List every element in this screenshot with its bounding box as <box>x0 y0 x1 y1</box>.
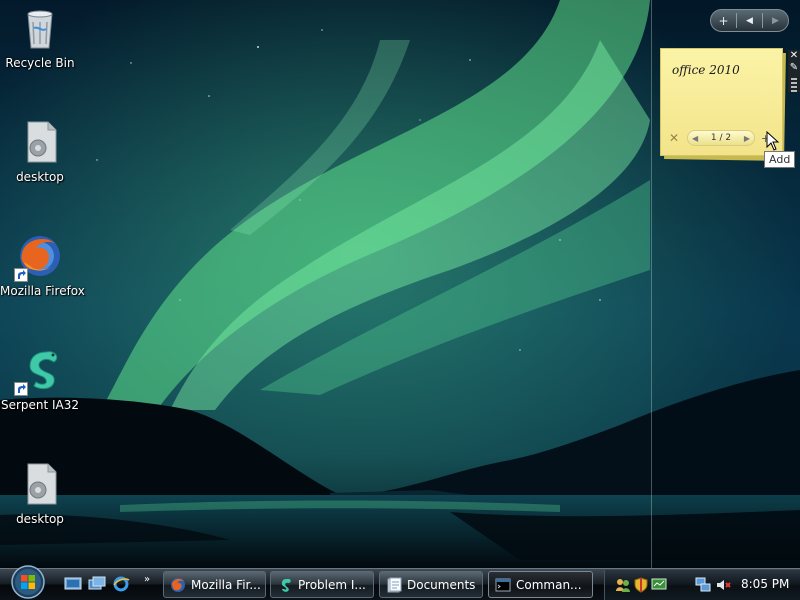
task-label: Mozilla Fir... <box>191 577 261 592</box>
taskbar-button-firefox[interactable]: Mozilla Fir... <box>163 571 266 598</box>
network-icon[interactable] <box>695 577 711 593</box>
notification-area: 8:05 PM <box>604 570 800 600</box>
serpent-icon <box>14 346 64 396</box>
desktop-icon-serpent-ia32[interactable]: Serpent IA32 <box>0 346 80 412</box>
next-gadget-button[interactable]: ▶ <box>763 10 788 31</box>
firefox-icon <box>14 232 64 282</box>
show-desktop-icon[interactable] <box>64 575 82 593</box>
shortcut-arrow-icon <box>14 382 28 396</box>
delete-note-button[interactable]: ✕ <box>669 131 683 145</box>
gadget-options-icon[interactable]: ✎ <box>788 62 800 74</box>
security-shield-icon[interactable] <box>633 577 649 593</box>
gadget-drag-handle[interactable] <box>791 78 797 92</box>
task-label: Problem I... <box>298 577 366 592</box>
network-monitor-icon[interactable] <box>651 577 667 593</box>
start-button[interactable] <box>8 564 48 600</box>
task-label: Documents <box>407 577 476 592</box>
gadget-toolbar: ✕ ✎ <box>788 50 800 92</box>
sidebar-controls: + ◀ ▶ <box>710 9 789 32</box>
desktop-icon-desktop-file-2[interactable]: desktop <box>0 460 80 526</box>
users-icon[interactable] <box>615 577 631 593</box>
desktop-icon-label: Mozilla Firefox <box>0 284 85 298</box>
generic-file-icon <box>16 118 64 166</box>
volume-muted-icon[interactable] <box>715 577 731 593</box>
shortcut-arrow-icon <box>14 268 28 282</box>
desktop-icon-mozilla-firefox[interactable]: Mozilla Firefox <box>0 232 85 298</box>
desktop-icon-desktop-file[interactable]: desktop <box>0 118 80 184</box>
previous-gadget-button[interactable]: ◀ <box>737 10 762 31</box>
taskbar-button-problem[interactable]: Problem I... <box>270 571 374 598</box>
firefox-icon <box>170 577 186 593</box>
system-clock[interactable]: 8:05 PM <box>741 577 789 591</box>
generic-file-icon <box>16 460 64 508</box>
desktop-icon-label: Recycle Bin <box>5 56 75 70</box>
desktop-icon-label: desktop <box>16 170 64 184</box>
previous-note-button[interactable]: ◀ <box>692 134 698 143</box>
desktop-icon-label: Serpent IA32 <box>0 398 80 412</box>
desktop-icon-recycle-bin[interactable]: Recycle Bin <box>0 4 80 70</box>
quick-launch-more-button[interactable]: » <box>144 574 150 585</box>
serpent-icon <box>277 577 293 593</box>
note-page-indicator: 1 / 2 <box>710 133 732 143</box>
desktop-icon-label: desktop <box>16 512 64 526</box>
switch-windows-icon[interactable] <box>88 575 106 593</box>
taskbar-button-documents[interactable]: Documents <box>379 571 483 598</box>
command-prompt-icon <box>495 577 511 593</box>
gadget-close-icon[interactable]: ✕ <box>788 50 800 62</box>
recycle-bin-icon <box>16 4 64 52</box>
mouse-cursor-icon <box>766 130 780 155</box>
sticky-note-footer: ✕ ◀ 1 / 2 ▶ + <box>669 129 777 147</box>
taskbar-button-command-prompt[interactable]: Comman... <box>488 571 593 598</box>
documents-icon <box>386 577 402 593</box>
sticky-note-text[interactable]: office 2010 <box>672 63 740 77</box>
next-note-button[interactable]: ▶ <box>744 134 750 143</box>
note-pager: ◀ 1 / 2 ▶ <box>687 130 755 146</box>
add-gadget-button[interactable]: + <box>711 10 736 31</box>
task-label: Comman... <box>516 577 582 592</box>
sticky-note[interactable]: office 2010 ✕ ◀ 1 / 2 ▶ + <box>660 48 783 156</box>
internet-explorer-icon[interactable] <box>112 575 130 593</box>
